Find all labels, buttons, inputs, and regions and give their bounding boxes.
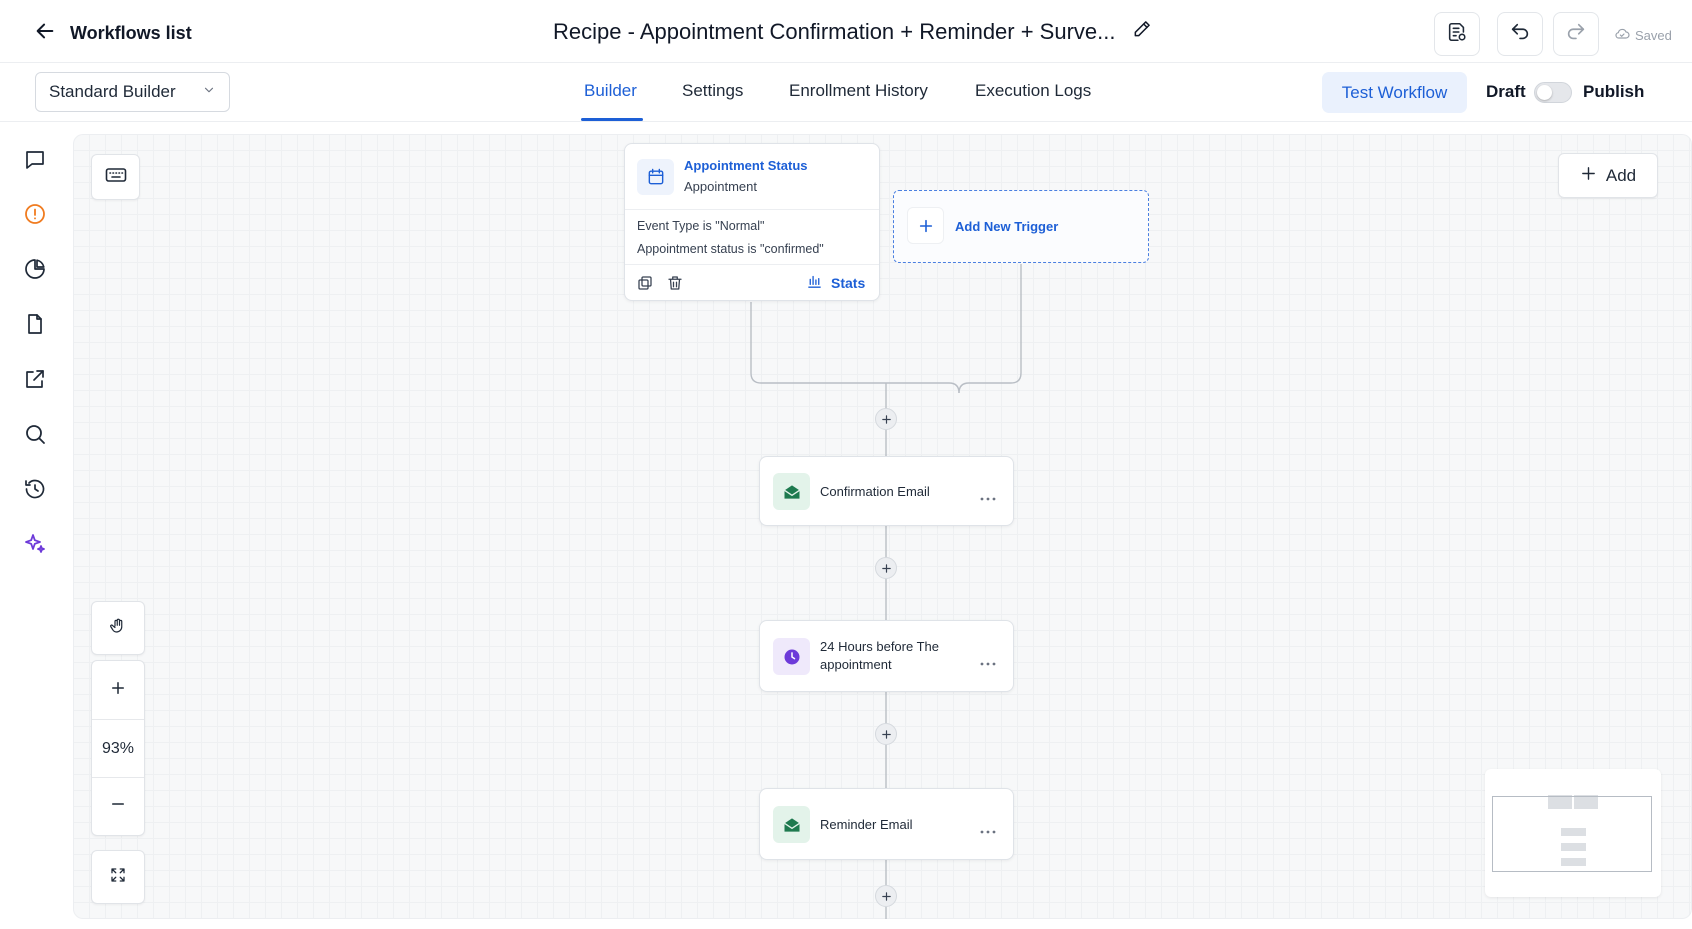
zoom-level: 93%	[92, 719, 144, 777]
builder-mode-select[interactable]: Standard Builder	[35, 72, 230, 112]
trigger-footer: Stats	[625, 264, 879, 300]
minus-icon	[109, 795, 127, 818]
trigger-title: Appointment Status	[684, 158, 808, 173]
redo-icon	[1565, 21, 1587, 48]
add-step-button[interactable]	[875, 557, 897, 579]
plus-icon	[907, 207, 944, 244]
plus-icon	[881, 414, 891, 424]
stats-button[interactable]: Stats	[806, 273, 865, 293]
zoom-out-button[interactable]	[92, 777, 144, 835]
expand-icon	[109, 866, 127, 889]
search-icon[interactable]	[23, 422, 47, 446]
add-new-trigger-label: Add New Trigger	[955, 219, 1059, 234]
more-horizontal-icon[interactable]	[979, 489, 997, 501]
publish-label: Publish	[1583, 82, 1645, 101]
builder-mode-value: Standard Builder	[49, 82, 176, 101]
mail-open-icon	[773, 806, 810, 843]
trigger-condition: Event Type is "Normal"	[637, 219, 765, 233]
alert-circle-icon[interactable]	[23, 202, 47, 226]
add-step-button[interactable]	[875, 723, 897, 745]
pencil-icon[interactable]	[1132, 19, 1152, 45]
zoom-group: 93%	[91, 660, 145, 836]
action-label: Reminder Email	[820, 817, 913, 832]
document-settings-icon	[1446, 21, 1468, 48]
saved-label: Saved	[1635, 28, 1672, 43]
history-icon[interactable]	[23, 477, 47, 501]
fit-view-button[interactable]	[91, 850, 145, 904]
trigger-header: Appointment Status Appointment	[625, 144, 879, 210]
add-step-button[interactable]	[875, 885, 897, 907]
trigger-condition: Appointment status is "confirmed"	[637, 242, 824, 256]
cloud-check-icon	[1614, 26, 1630, 45]
workflow-notes-button[interactable]	[1434, 12, 1480, 56]
keyboard-shortcuts-button[interactable]	[91, 154, 140, 200]
plus-icon	[1580, 165, 1597, 187]
workflow-canvas[interactable]: Add Appointment Status Appointment Event…	[73, 134, 1692, 919]
chevron-down-icon	[202, 82, 216, 102]
action-node-confirmation-email[interactable]: Confirmation Email	[759, 456, 1014, 526]
keyboard-icon	[104, 163, 128, 192]
plus-icon	[109, 679, 127, 702]
trigger-card[interactable]: Appointment Status Appointment Event Typ…	[624, 143, 880, 301]
copy-icon[interactable]	[636, 274, 654, 292]
more-horizontal-icon[interactable]	[979, 822, 997, 834]
plus-icon	[881, 563, 891, 573]
add-label: Add	[1605, 165, 1637, 185]
builder-toolbar: Standard Builder Builder Settings Enroll…	[0, 63, 1692, 122]
trigger-subtitle: Appointment	[684, 179, 757, 194]
plus-icon	[881, 891, 891, 901]
message-icon[interactable]	[23, 148, 47, 172]
add-button[interactable]: Add	[1558, 153, 1658, 198]
mail-open-icon	[773, 473, 810, 510]
top-bar: Workflows list Recipe - Appointment Conf…	[0, 0, 1692, 63]
add-new-trigger-button[interactable]: Add New Trigger	[893, 190, 1149, 263]
arrow-left-icon	[34, 20, 56, 47]
tab-settings[interactable]: Settings	[682, 81, 743, 101]
minimap[interactable]	[1485, 769, 1661, 897]
action-node-reminder-email[interactable]: Reminder Email	[759, 788, 1014, 860]
undo-icon	[1509, 21, 1531, 48]
back-to-workflows-link[interactable]: Workflows list	[34, 20, 192, 47]
action-node-wait[interactable]: 24 Hours before The appointment	[759, 620, 1014, 692]
action-label: 24 Hours before The appointment	[820, 639, 939, 672]
plus-icon	[881, 729, 891, 739]
tab-enrollment-history[interactable]: Enrollment History	[789, 81, 928, 101]
clock-icon	[773, 638, 810, 675]
publish-toggle[interactable]	[1534, 82, 1572, 103]
test-workflow-button[interactable]: Test Workflow	[1322, 72, 1467, 113]
active-tab-indicator	[581, 118, 643, 121]
redo-button[interactable]	[1553, 12, 1599, 56]
save-status: Saved	[1614, 26, 1672, 45]
workflow-title-text: Recipe - Appointment Confirmation + Remi…	[553, 19, 1116, 44]
external-link-icon[interactable]	[23, 367, 47, 391]
action-label: Confirmation Email	[820, 484, 930, 499]
stats-label: Stats	[831, 275, 866, 291]
add-step-button[interactable]	[875, 408, 897, 430]
trash-icon[interactable]	[666, 274, 684, 292]
pie-chart-icon[interactable]	[23, 257, 47, 281]
back-label: Workflows list	[70, 23, 192, 43]
draft-label: Draft	[1486, 82, 1526, 101]
tab-execution-logs[interactable]: Execution Logs	[975, 81, 1091, 101]
undo-button[interactable]	[1497, 12, 1543, 56]
sparkles-icon[interactable]	[23, 532, 47, 556]
tab-builder[interactable]: Builder	[584, 81, 637, 101]
more-horizontal-icon[interactable]	[979, 654, 997, 666]
calendar-icon	[637, 159, 674, 195]
left-sidebar	[0, 122, 72, 929]
document-icon[interactable]	[23, 312, 47, 336]
bar-chart-icon	[806, 273, 823, 293]
minimap-viewport[interactable]	[1492, 796, 1652, 872]
hand-icon	[109, 617, 127, 640]
workflow-title[interactable]: Recipe - Appointment Confirmation + Remi…	[553, 19, 1152, 45]
pan-tool-button[interactable]	[91, 601, 145, 655]
zoom-in-button[interactable]	[92, 661, 144, 719]
